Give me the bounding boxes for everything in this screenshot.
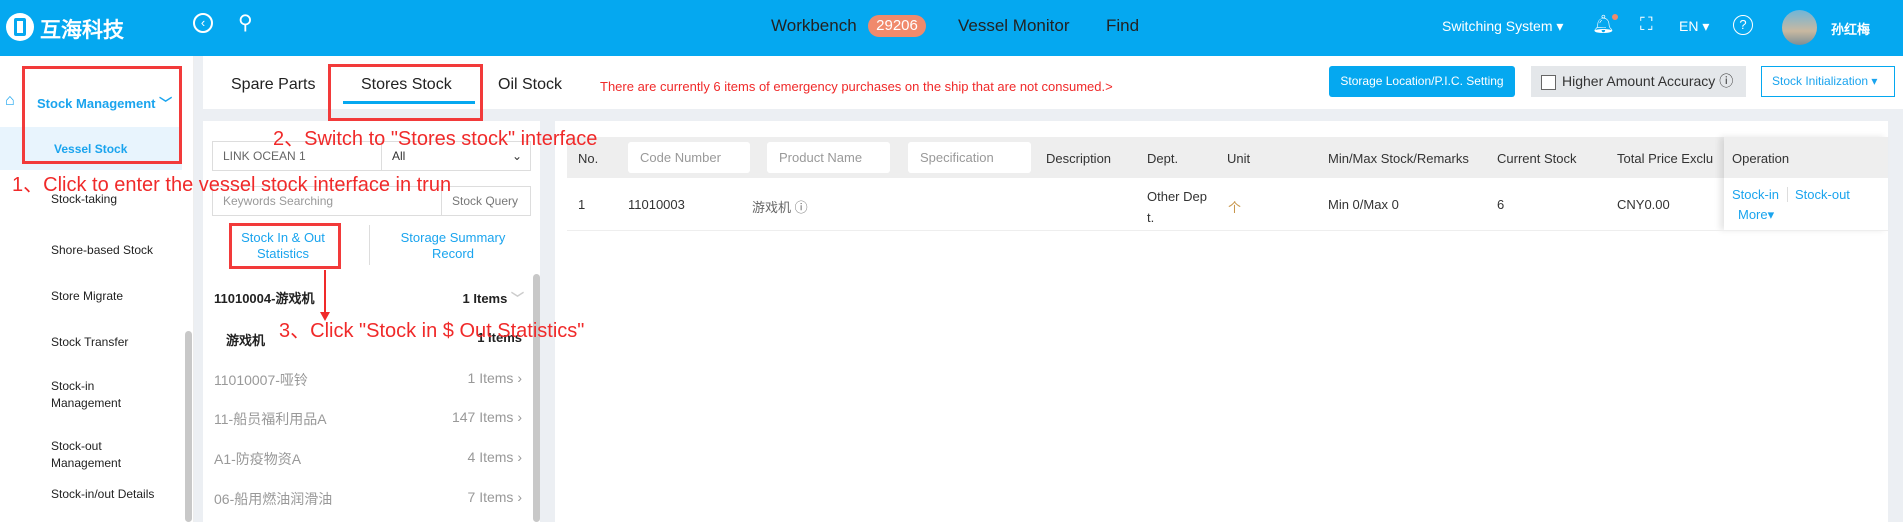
col-unit: Unit <box>1227 151 1251 166</box>
storage-summary-record-link[interactable]: Storage Summary Record <box>383 230 523 262</box>
sidebar-item-store-migrate[interactable]: Store Migrate <box>51 288 123 305</box>
cell-total-price: CNY0.00 <box>1617 197 1670 212</box>
item-name: 游戏机 <box>226 333 266 348</box>
list-group[interactable]: 11010004-游戏机 1 Items ﹀ <box>214 288 524 307</box>
stock-out-link[interactable]: Stock-out <box>1795 187 1850 202</box>
annotation-box-stats <box>229 223 341 269</box>
checkbox[interactable] <box>1541 74 1556 90</box>
search-icon[interactable]: ⚲ <box>238 10 253 35</box>
home-icon: ⌂ <box>5 92 15 109</box>
col-no: No. <box>578 151 599 166</box>
language-dropdown[interactable]: EN ▾ <box>1679 18 1709 35</box>
fullscreen-icon[interactable]: ⛶ <box>1640 14 1653 35</box>
sidebar-item-shore-based-stock[interactable]: Shore-based Stock <box>51 242 153 259</box>
group-count: 4 Items <box>467 449 514 465</box>
divider <box>369 225 370 265</box>
group-count: 1 Items <box>467 370 514 386</box>
cell-dept: Other Dept. <box>1147 189 1207 225</box>
group-count: 1 Items ﹀ <box>462 291 524 306</box>
annotation-box-sidebar <box>22 66 182 164</box>
col-min-max: Min/Max Stock/Remarks <box>1328 151 1469 166</box>
col-operation: Operation <box>1732 151 1790 166</box>
cell-current-stock: 6 <box>1497 197 1505 212</box>
group-count: 147 Items <box>451 409 514 425</box>
sidebar-scrollbar[interactable] <box>185 331 192 522</box>
specification-filter[interactable]: Specification <box>908 142 1031 173</box>
user-name[interactable]: 孙红梅 <box>1831 19 1870 38</box>
back-icon[interactable]: ‹ <box>193 13 213 33</box>
group-name: 11-船员福利用品A <box>214 411 327 427</box>
cell-code: 11010003 <box>628 197 685 212</box>
info-icon: ⓘ <box>794 200 808 215</box>
list-group[interactable]: A1-防疫物资A 4 Items › <box>214 449 522 469</box>
brand-name: 互海科技 <box>40 19 124 42</box>
stock-initialization-dropdown[interactable]: Stock Initialization ▾ <box>1761 66 1895 97</box>
cell-min-max: Min 0/Max 0 <box>1328 197 1399 212</box>
sidebar-item-stock-in-management[interactable]: Stock-in Management <box>51 378 131 412</box>
nav-vessel-monitor[interactable]: Vessel Monitor <box>958 16 1070 36</box>
col-current-stock: Current Stock <box>1497 151 1577 166</box>
language-label: EN <box>1679 18 1699 34</box>
annotation-step-2: 2、Switch to "Stores stock" interface <box>273 128 598 150</box>
list-group[interactable]: 11-船员福利用品A 147 Items › <box>214 409 522 429</box>
product-name-filter[interactable]: Product Name <box>767 142 890 173</box>
filter-value: All <box>392 149 406 163</box>
more-label: More <box>1738 207 1768 222</box>
annotation-step-3: 3、Click "Stock in $ Out Statistics" <box>279 320 585 342</box>
sidebar-item-stock-out-management[interactable]: Stock-out Management <box>51 438 131 472</box>
code-number-filter[interactable]: Code Number <box>628 142 750 173</box>
bell-icon[interactable]: 🔔︎ <box>1592 14 1618 35</box>
cell-no: 1 <box>578 197 586 212</box>
higher-accuracy-toggle[interactable]: Higher Amount Accuracy ⓘ <box>1531 66 1746 97</box>
chevron-right-icon: › <box>517 409 522 425</box>
tab-oil-stock[interactable]: Oil Stock <box>498 76 562 94</box>
avatar[interactable] <box>1782 10 1817 45</box>
row-divider <box>567 230 1888 231</box>
workbench-badge: 29206 <box>868 15 926 37</box>
group-name: 11010007-哑铃 <box>214 372 308 388</box>
chevron-right-icon: › <box>517 370 522 386</box>
nav-workbench[interactable]: Workbench <box>771 16 857 36</box>
cell-unit: 个 <box>1228 200 1242 215</box>
higher-accuracy-label: Higher Amount Accuracy <box>1562 73 1716 89</box>
list-scrollbar[interactable] <box>533 274 540 522</box>
annotation-box-tab <box>328 64 483 121</box>
cell-product: 游戏机 ⓘ <box>752 200 808 215</box>
col-description: Description <box>1046 151 1112 166</box>
chevron-right-icon: › <box>517 449 522 465</box>
more-dropdown[interactable]: More▾ <box>1738 207 1774 223</box>
list-group[interactable]: 06-船用燃油润滑油 7 Items › <box>214 489 522 509</box>
chevron-down-icon: ﹀ <box>510 291 524 306</box>
tab-spare-parts[interactable]: Spare Parts <box>231 76 315 94</box>
group-name: 06-船用燃油润滑油 <box>214 491 333 507</box>
group-name: A1-防疫物资A <box>214 451 302 467</box>
group-count: 7 Items <box>467 489 514 505</box>
stock-query-button[interactable]: Stock Query <box>441 186 531 216</box>
logo-icon <box>6 13 34 41</box>
chevron-right-icon: › <box>517 489 522 505</box>
stock-in-link[interactable]: Stock-in <box>1732 187 1779 202</box>
storage-setting-button[interactable]: Storage Location/P.I.C. Setting <box>1329 66 1515 97</box>
list-group[interactable]: 11010007-哑铃 1 Items › <box>214 370 522 390</box>
sidebar-item-stock-transfer[interactable]: Stock Transfer <box>51 334 128 351</box>
col-total-price: Total Price Exclu <box>1617 151 1714 166</box>
annotation-step-1: 1、Click to enter the vessel stock interf… <box>12 174 452 196</box>
annotation-arrow <box>324 270 326 314</box>
info-icon: ⓘ <box>1719 73 1734 89</box>
switching-system-label: Switching System <box>1442 18 1553 34</box>
stock-init-label: Stock Initialization <box>1772 74 1869 88</box>
stock-table-panel <box>555 121 1888 522</box>
help-icon[interactable]: ? <box>1733 15 1753 35</box>
link-divider <box>1787 187 1788 202</box>
sidebar-item-stock-in-out-details[interactable]: Stock-in/out Details <box>51 486 154 503</box>
top-header: 互海科技 ‹ ⚲ Workbench 29206 Vessel Monitor … <box>0 0 1903 56</box>
col-dept: Dept. <box>1147 151 1179 166</box>
nav-find[interactable]: Find <box>1106 16 1139 36</box>
group-name: 11010004-游戏机 <box>214 291 315 306</box>
emergency-notice-link[interactable]: There are currently 6 items of emergency… <box>600 79 1113 94</box>
switching-system-dropdown[interactable]: Switching System ▾ <box>1442 18 1563 35</box>
